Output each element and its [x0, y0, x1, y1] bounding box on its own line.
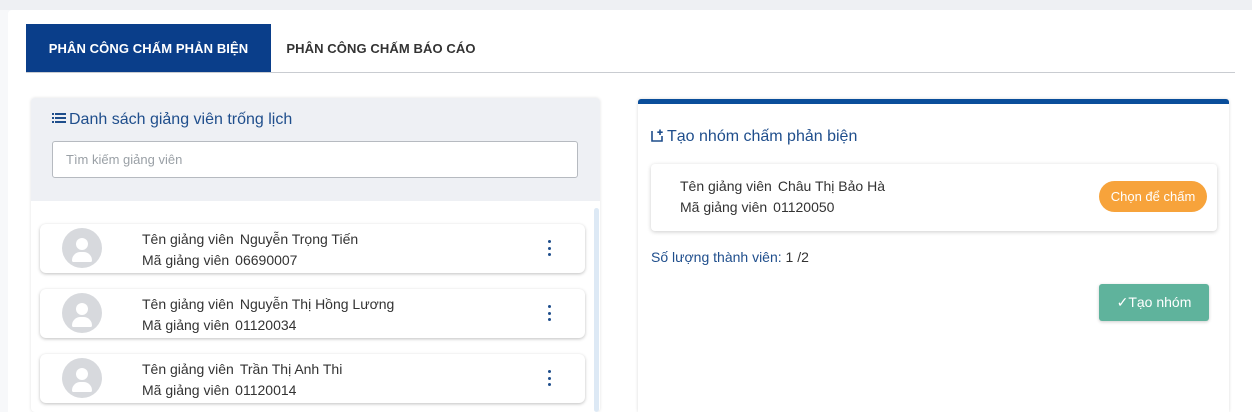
code-label: Mã giảng viên [680, 199, 768, 215]
panel-title-text: Tạo nhóm chấm phản biện [667, 128, 858, 145]
more-vert-icon[interactable] [545, 303, 553, 323]
panel-header: Danh sách giảng viên trống lịch [31, 98, 600, 201]
scrollbar[interactable] [594, 208, 599, 412]
member-name: Châu Thị Bảo Hà [777, 178, 885, 194]
lecturer-info: Tên giảng viên Trần Thị Anh Thi Mã giảng … [142, 359, 342, 401]
tab-review-assignment[interactable]: PHÂN CÔNG CHẤM PHẢN BIỆN [26, 24, 271, 72]
lecturer-code: 01120014 [235, 382, 297, 398]
member-count-label: Số lượng thành viên: [651, 249, 782, 265]
more-vert-icon[interactable] [545, 368, 553, 388]
code-label: Mã giảng viên [142, 252, 230, 268]
panel-title-text: Danh sách giảng viên trống lịch [69, 111, 293, 128]
member-count: Số lượng thành viên: 1 /2 [651, 249, 809, 265]
person-icon [62, 293, 102, 333]
more-vert-icon[interactable] [545, 238, 553, 258]
choose-grader-button[interactable]: Chọn để chấm [1099, 181, 1207, 212]
panel-title: Danh sách giảng viên trống lịch [52, 111, 292, 129]
lecturer-code: 01120034 [235, 317, 297, 333]
lecturer-card[interactable]: Tên giảng viên Nguyễn Trọng Tiến Mã giảng… [40, 224, 585, 273]
lecturer-info: Tên giảng viên Nguyễn Thị Hồng Lương Mã g… [142, 294, 394, 336]
name-label: Tên giảng viên [142, 231, 234, 247]
add-box-icon [651, 129, 663, 142]
tab-report-assignment[interactable]: PHÂN CÔNG CHẤM BÁO CÁO [271, 24, 491, 72]
tab-bar: PHÂN CÔNG CHẤM PHẢN BIỆN PHÂN CÔNG CHẤM … [26, 24, 1235, 73]
code-label: Mã giảng viên [142, 382, 230, 398]
member-count-value: 1 /2 [785, 249, 809, 265]
name-label: Tên giảng viên [142, 296, 234, 312]
name-label: Tên giảng viên [680, 178, 772, 194]
selected-member-card: Tên giảng viên Châu Thị Bảo Hà Mã giảng v… [651, 164, 1217, 231]
person-icon [62, 358, 102, 398]
person-icon [62, 228, 102, 268]
create-review-group-panel: Tạo nhóm chấm phản biện Tên giảng viên Ch… [638, 99, 1229, 412]
panel-title: Tạo nhóm chấm phản biện [651, 128, 857, 146]
lecturer-info: Tên giảng viên Nguyễn Trọng Tiến Mã giảng… [142, 229, 358, 271]
lecturer-name: Nguyễn Trọng Tiến [239, 231, 359, 247]
lecturer-card[interactable]: Tên giảng viên Trần Thị Anh Thi Mã giảng … [40, 354, 585, 403]
search-lecturer-input[interactable] [52, 141, 578, 178]
lecturer-name: Trần Thị Anh Thi [239, 361, 343, 377]
lecturer-card[interactable]: Tên giảng viên Nguyễn Thị Hồng Lương Mã g… [40, 289, 585, 338]
lecturer-name: Nguyễn Thị Hồng Lương [239, 296, 395, 312]
member-code: 01120050 [773, 199, 835, 215]
available-lecturers-panel: Danh sách giảng viên trống lịch Tên giản… [31, 98, 600, 412]
name-label: Tên giảng viên [142, 361, 234, 377]
member-info: Tên giảng viên Châu Thị Bảo Hà Mã giảng v… [680, 176, 885, 218]
code-label: Mã giảng viên [142, 317, 230, 333]
list-icon [52, 113, 66, 123]
top-strip [0, 0, 1252, 10]
lecturer-code: 06690007 [235, 252, 298, 268]
create-group-button[interactable]: ✓Tạo nhóm [1099, 284, 1209, 321]
